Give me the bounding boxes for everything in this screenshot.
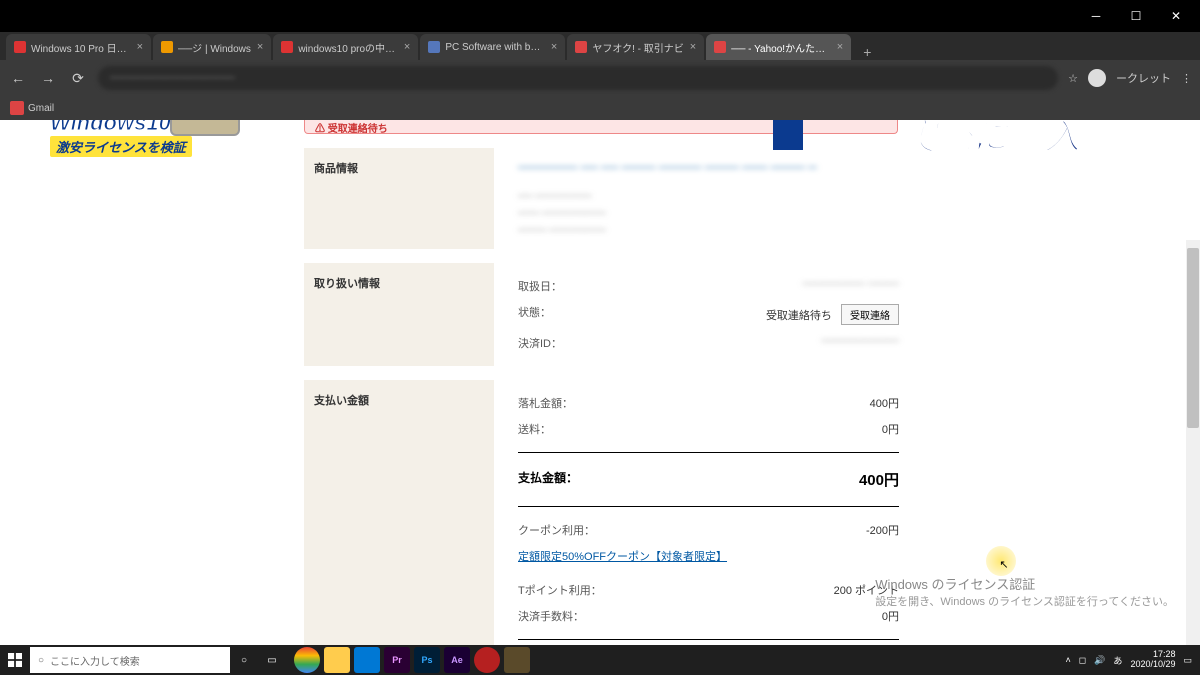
tab-3[interactable]: PC Software with best price on V× [420, 34, 565, 60]
section-label: 支払い金額 [304, 380, 494, 645]
explorer-icon[interactable] [324, 647, 350, 673]
url-field[interactable]: ──────────────── [98, 66, 1058, 90]
receipt-contact-button[interactable]: 受取連絡 [841, 304, 899, 325]
gmail-icon [10, 101, 24, 115]
maximize-button[interactable]: ☐ [1116, 2, 1156, 30]
photoshop-icon[interactable]: Ps [414, 647, 440, 673]
windows-activation-watermark: Windows のライセンス認証 設定を開き、Windows のライセンス認証を… [875, 574, 1174, 609]
taskbar: ○ ここに入力して検索 ○ ▭ Pr Ps Ae ˄ ◻ 🔊 あ 17:28 2… [0, 645, 1200, 675]
task-view-icon[interactable]: ▭ [259, 647, 285, 673]
tab-4[interactable]: ヤフオク! - 取引ナビ× [567, 34, 704, 60]
overlay-block [773, 120, 803, 150]
tray-volume-icon[interactable]: 🔊 [1094, 655, 1105, 666]
window-titlebar: ─ ☐ ✕ [0, 0, 1200, 32]
back-button[interactable]: ← [8, 68, 28, 88]
avatar[interactable] [1088, 69, 1106, 87]
mail-icon[interactable] [354, 647, 380, 673]
premiere-icon[interactable]: Pr [384, 647, 410, 673]
tab-1[interactable]: ──ジ | Windows× [153, 34, 271, 60]
video-caption-overlay: 実際に購入 [900, 120, 1080, 160]
section-label: 商品情報 [304, 148, 494, 249]
close-icon[interactable]: × [404, 41, 410, 53]
tab-5[interactable]: ── - Yahoo!かんたん決済× [706, 34, 851, 60]
browser-tabbar: Windows 10 Pro 日本語版 マイク× ──ジ | Windows× … [0, 32, 1200, 60]
start-button[interactable] [0, 645, 30, 675]
status-value: 受取連絡待ち [766, 310, 832, 322]
gimp-icon[interactable] [504, 647, 530, 673]
bookmark-gmail[interactable]: Gmail [10, 101, 54, 115]
section-product: 商品情報 ─────── ── ── ──── ───── ──── ─── ─… [304, 148, 899, 249]
bookmarks-bar: Gmail [0, 96, 1200, 120]
notification-icon[interactable]: ▭ [1183, 655, 1192, 666]
browser-addressbar: ← → ⟳ ──────────────── ☆ ークレット ⋮ [0, 60, 1200, 96]
star-icon[interactable]: ☆ [1068, 72, 1078, 85]
reload-button[interactable]: ⟳ [68, 68, 88, 88]
tab-2[interactable]: windows10 proの中古/新品通販 |× [273, 34, 418, 60]
forward-button[interactable]: → [38, 68, 58, 88]
coupon-link[interactable]: 定額限定50%OFFクーポン【対象者限定】 [518, 548, 727, 564]
taskbar-search[interactable]: ○ ここに入力して検索 [30, 647, 230, 673]
taskbar-clock[interactable]: 17:28 2020/10/29 [1130, 650, 1175, 670]
tray-chevron-icon[interactable]: ˄ [1065, 655, 1070, 665]
incognito-label: ークレット [1116, 70, 1171, 86]
scrollbar[interactable] [1186, 240, 1200, 645]
section-handling: 取り扱い情報 取扱日：──────── ──── 状態： 受取連絡待ち 受取連絡… [304, 263, 899, 366]
aftereffects-icon[interactable]: Ae [444, 647, 470, 673]
close-icon[interactable]: × [137, 41, 143, 53]
minimize-button[interactable]: ─ [1076, 2, 1116, 30]
chrome-icon[interactable] [294, 647, 320, 673]
page-content: Windows10 激安ライセンスを検証 実際に購入 ⚠ 受取連絡待ち 商品情報… [0, 120, 1200, 645]
section-label: 取り扱い情報 [304, 263, 494, 366]
product-title[interactable]: ─────── ── ── ──── ───── ──── ─── ──── ─ [518, 158, 899, 176]
record-icon[interactable] [474, 647, 500, 673]
close-icon[interactable]: × [837, 41, 843, 53]
cursor-highlight: ↖ [986, 546, 1016, 576]
alert-banner: ⚠ 受取連絡待ち [304, 120, 898, 134]
cortana-icon[interactable]: ○ [231, 647, 257, 673]
section-payment: 支払い金額 落札金額：400円 送料：0円 支払金額：400円 クーポン利用：-… [304, 380, 899, 645]
search-icon: ○ [38, 655, 44, 666]
menu-icon[interactable]: ⋮ [1181, 72, 1192, 85]
tray-network-icon[interactable]: ◻ [1079, 655, 1086, 666]
close-window-button[interactable]: ✕ [1156, 2, 1196, 30]
close-icon[interactable]: × [551, 41, 557, 53]
close-icon[interactable]: × [257, 41, 263, 53]
ime-indicator[interactable]: あ [1113, 654, 1122, 667]
scrollbar-thumb[interactable] [1187, 248, 1199, 428]
cursor-icon: ↖ [999, 558, 1008, 571]
tab-0[interactable]: Windows 10 Pro 日本語版 マイク× [6, 34, 151, 60]
close-icon[interactable]: × [690, 41, 696, 53]
clipboard-graphic [170, 120, 240, 136]
new-tab-button[interactable]: + [853, 44, 881, 60]
